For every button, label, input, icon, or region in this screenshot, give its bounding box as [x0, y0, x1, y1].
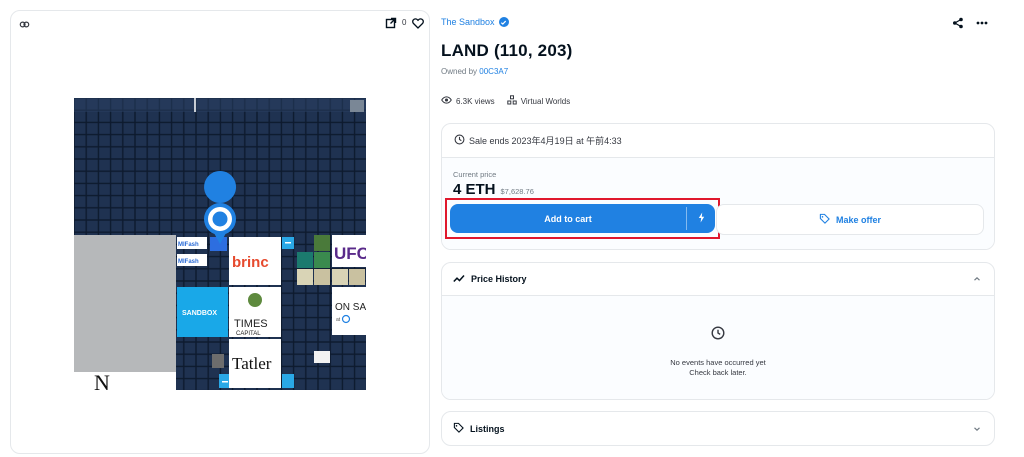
- more-options-icon[interactable]: [974, 16, 990, 30]
- media-toolbar: 0: [11, 11, 429, 37]
- media-card: 0 N MIFash MIFash brinc UFC SANDBOX TIME…: [10, 10, 430, 454]
- trend-icon: [453, 274, 465, 285]
- sale-end-text: Sale ends 2023年4月19日 at 午前4:33: [469, 136, 622, 146]
- sale-body: Current price 4 ETH $7,628.76 Add to car…: [442, 158, 994, 249]
- tag-icon: [819, 213, 830, 226]
- land-map-image: N MIFash MIFash brinc UFC SANDBOX TIMES …: [74, 98, 366, 390]
- item-title: LAND (110, 203): [441, 41, 573, 60]
- open-external-icon[interactable]: [384, 16, 398, 30]
- current-price-label: Current price: [453, 170, 497, 179]
- make-offer-label[interactable]: Make offer: [836, 215, 881, 225]
- add-to-cart-button[interactable]: Add to cart: [450, 204, 686, 233]
- owner-address-link[interactable]: 00C3A7: [479, 67, 508, 76]
- ethereum-icon: [17, 17, 31, 31]
- price-history-title: Price History: [471, 274, 527, 284]
- price-usd: $7,628.76: [500, 187, 534, 196]
- check-back-text: Check back later.: [689, 368, 747, 377]
- map-label-tatler: Tatler: [232, 354, 272, 373]
- listings-header[interactable]: Listings: [441, 411, 995, 446]
- collection-name[interactable]: The Sandbox: [441, 17, 495, 27]
- map-label-brinc: brinc: [232, 254, 269, 271]
- views-stat: 6.3K views: [441, 96, 495, 106]
- category-stat[interactable]: Virtual Worlds: [506, 95, 571, 107]
- no-events-text: No events have occurred yet: [670, 358, 766, 367]
- map-letter-n: N: [94, 370, 110, 390]
- owned-by-label: Owned by: [441, 67, 478, 76]
- eye-icon: [441, 96, 452, 106]
- map-label-times: TIMES: [234, 318, 268, 330]
- share-icon[interactable]: [951, 16, 965, 30]
- price-eth: 4 ETH: [453, 181, 496, 198]
- add-to-cart-button-group: Add to cart: [450, 204, 715, 233]
- map-label-ufc: UFC: [334, 244, 366, 263]
- price-history-panel: Price History No events have occurred ye…: [441, 262, 995, 400]
- price-row: 4 ETH $7,628.76: [453, 181, 534, 198]
- heart-icon[interactable]: [411, 16, 425, 30]
- like-count: 0: [402, 18, 407, 27]
- collection-link[interactable]: The Sandbox: [441, 17, 509, 27]
- category-icon: [506, 95, 517, 107]
- sale-panel: Sale ends 2023年4月19日 at 午前4:33 Current p…: [441, 123, 995, 250]
- map-label-onsa: ON SA: [335, 302, 366, 313]
- clock-icon: [454, 134, 465, 147]
- owner-line: Owned by 00C3A7: [441, 67, 508, 76]
- verified-badge-icon: [498, 17, 509, 27]
- make-offer-button[interactable]: Make offer: [716, 204, 984, 235]
- buy-now-button[interactable]: [687, 204, 715, 233]
- listings-tag-icon: [453, 422, 464, 435]
- sale-end-header: Sale ends 2023年4月19日 at 午前4:33: [442, 124, 994, 158]
- highlight-box: Add to cart: [445, 198, 720, 239]
- map-label-mifash-1: MIFash: [178, 242, 199, 248]
- category-label[interactable]: Virtual Worlds: [521, 97, 571, 106]
- chevron-up-icon[interactable]: [972, 274, 982, 284]
- map-label-mifash-2: MIFash: [178, 259, 199, 265]
- price-history-body: No events have occurred yet Check back l…: [442, 296, 994, 399]
- empty-clock-icon: [711, 326, 725, 340]
- map-label-capital: CAPITAL: [236, 331, 261, 337]
- views-count: 6.3K views: [456, 96, 495, 106]
- price-history-header[interactable]: Price History: [442, 263, 994, 296]
- item-stats: 6.3K views Virtual Worlds: [441, 95, 570, 107]
- item-details: The Sandbox LAND (110, 203) Owned by 00C…: [441, 0, 996, 457]
- map-label-sandbox: SANDBOX: [182, 310, 217, 317]
- map-label-at: at: [336, 317, 341, 323]
- lightning-icon: [698, 210, 705, 228]
- chevron-down-icon[interactable]: [972, 424, 982, 434]
- listings-title: Listings: [470, 423, 505, 434]
